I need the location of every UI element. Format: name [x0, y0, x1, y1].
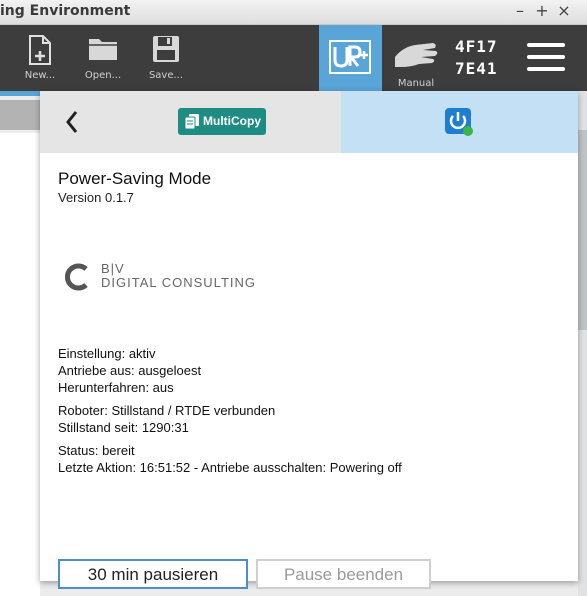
save-label: Save...: [148, 70, 184, 81]
power-saving-tab[interactable]: [341, 91, 578, 153]
background-accent-line: [0, 91, 40, 96]
plugin-version: Version 0.1.7: [58, 190, 134, 205]
close-button[interactable]: ×: [555, 2, 573, 20]
window-title: ing Environment: [0, 3, 131, 19]
menu-bar-icon: [527, 67, 565, 71]
header-toolbar: New... Open... Save... Manual 4F17 7E41: [0, 25, 587, 91]
bv-logo-icon: [65, 263, 88, 291]
logo-text-initials: B|V: [101, 261, 125, 276]
menu-bar-icon: [527, 55, 565, 59]
ur-plus-icon: [329, 40, 371, 74]
shutdown-status: Herunterfahren: aus: [58, 380, 174, 395]
background-edge-shade: [578, 130, 587, 330]
logo-text-company: DIGITAL CONSULTING: [101, 275, 256, 290]
new-button[interactable]: New...: [10, 25, 70, 91]
open-label: Open...: [84, 70, 122, 81]
copy-icon: [185, 114, 199, 129]
drives-off-status: Antriebe aus: ausgeloest: [58, 363, 202, 378]
manual-label: Manual: [397, 78, 435, 89]
minimize-button[interactable]: –: [511, 2, 529, 20]
multicopy-tab[interactable]: MultiCopy: [178, 108, 266, 135]
multicopy-label: MultiCopy: [203, 114, 261, 128]
background-content: [0, 133, 40, 596]
robot-serial: 4F17 7E41: [455, 36, 498, 80]
serial-line-1: 4F17: [455, 37, 498, 56]
new-label: New...: [24, 70, 56, 81]
company-logo: B|V DIGITAL CONSULTING: [64, 261, 284, 295]
maximize-button[interactable]: +: [533, 2, 551, 20]
new-file-icon: [29, 35, 51, 65]
back-button[interactable]: [60, 107, 84, 137]
open-button[interactable]: Open...: [73, 25, 133, 91]
setting-status: Einstellung: aktiv: [58, 346, 156, 361]
manual-mode-button[interactable]: Manual: [388, 25, 444, 91]
dialog-header: MultiCopy: [40, 91, 578, 153]
power-saving-icon: [445, 108, 473, 136]
urcaps-button[interactable]: [319, 25, 382, 91]
menu-bar-icon: [527, 43, 565, 47]
last-action: Letzte Aktion: 16:51:52 - Antriebe aussc…: [58, 460, 402, 475]
urcap-dialog: MultiCopy Power-Saving Mode Version 0.1.…: [40, 91, 578, 589]
standstill-duration: Stillstand seit: 1290:31: [58, 420, 189, 435]
save-button[interactable]: Save...: [136, 25, 196, 91]
plugin-title: Power-Saving Mode: [58, 169, 212, 188]
serial-line-2: 7E41: [455, 59, 498, 78]
plugin-state: Status: bereit: [58, 443, 135, 458]
background-panel: [0, 100, 40, 130]
end-pause-button[interactable]: Pause beenden: [256, 559, 431, 589]
pause-30min-button[interactable]: 30 min pausieren: [58, 559, 248, 589]
floppy-disk-icon: [153, 36, 179, 62]
folder-icon: [89, 39, 117, 60]
chevron-left-icon: [66, 111, 78, 133]
robot-status: Roboter: Stillstand / RTDE verbunden: [58, 403, 276, 418]
hamburger-menu-button[interactable]: [527, 39, 567, 75]
window-title-bar: ing Environment – + ×: [0, 0, 587, 25]
hand-icon: [395, 43, 438, 67]
